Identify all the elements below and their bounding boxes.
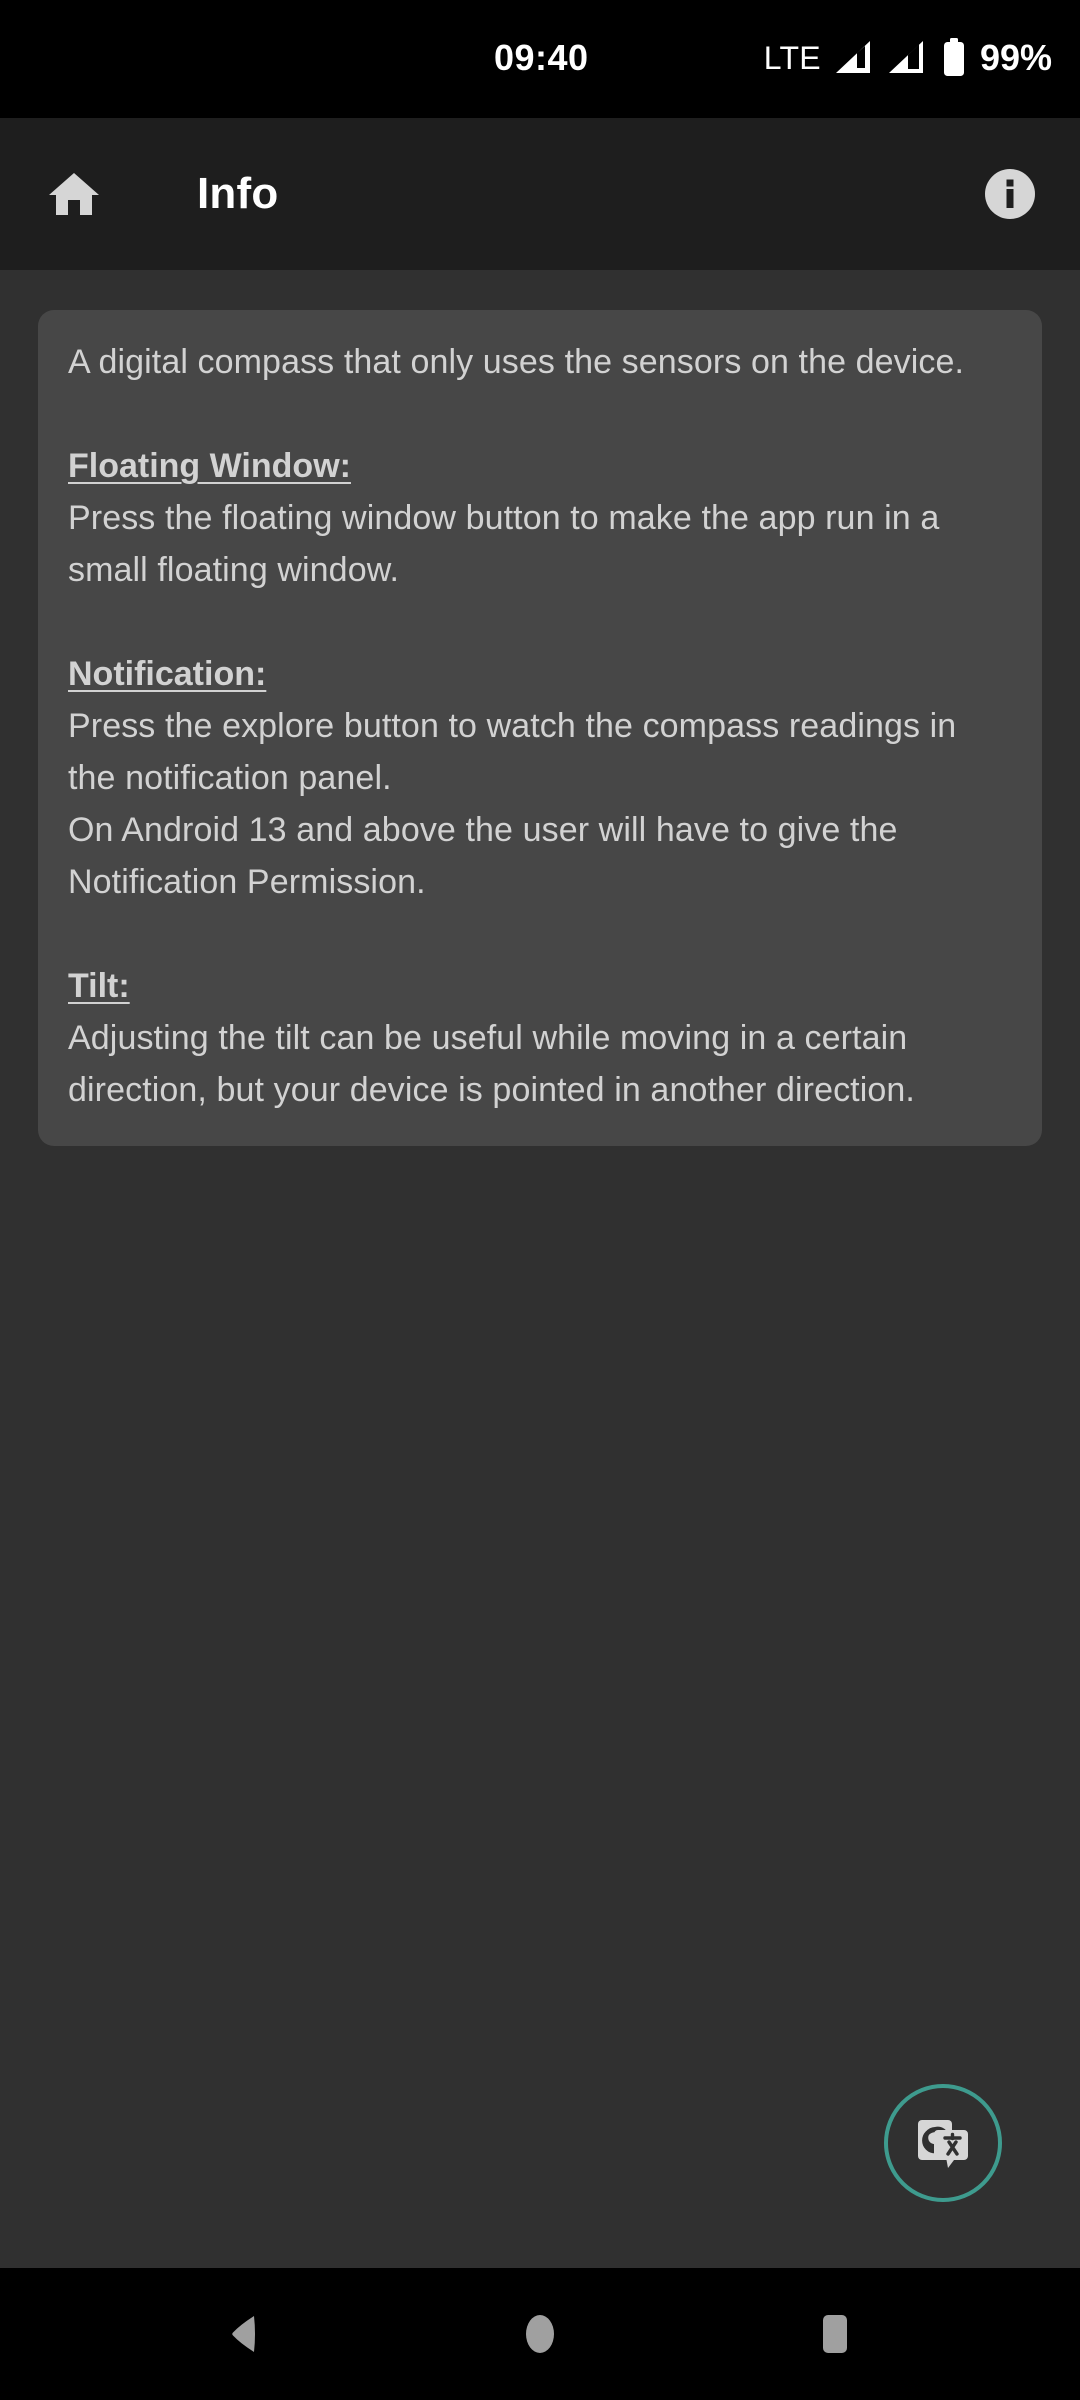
home-button[interactable] bbox=[34, 154, 114, 234]
page-title: Info bbox=[197, 169, 279, 218]
info-section-tilt: Tilt: Adjusting the tilt can be useful w… bbox=[68, 960, 1012, 1116]
nav-recents-button[interactable] bbox=[760, 2268, 910, 2400]
signal-bar-icon-secondary bbox=[885, 37, 927, 79]
back-triangle-icon bbox=[222, 2311, 268, 2357]
nav-back-button[interactable] bbox=[170, 2268, 320, 2400]
content-area: A digital compass that only uses the sen… bbox=[0, 270, 1080, 2268]
battery-full-icon bbox=[942, 38, 966, 78]
section-heading-floating-window: Floating Window: bbox=[68, 447, 351, 485]
info-section-intro: A digital compass that only uses the sen… bbox=[68, 336, 1012, 388]
phone-screen: 09:40 LTE 99% Info A digital compass tha… bbox=[0, 0, 1080, 2400]
status-bar-right-cluster: LTE 99% bbox=[764, 34, 1052, 82]
signal-bar-icon bbox=[832, 37, 874, 79]
info-circle-icon bbox=[982, 166, 1038, 222]
section-body-floating-window: Press the floating window button to make… bbox=[68, 499, 940, 589]
info-button[interactable] bbox=[970, 154, 1050, 234]
status-bar: 09:40 LTE 99% bbox=[0, 0, 1080, 118]
status-clock: 09:40 bbox=[494, 37, 589, 78]
google-translate-icon bbox=[910, 2110, 976, 2176]
battery-percent-label: 99% bbox=[979, 37, 1052, 78]
section-body-tilt: Adjusting the tilt can be useful while m… bbox=[68, 1019, 915, 1109]
nav-home-button[interactable] bbox=[465, 2268, 615, 2400]
app-bar: Info bbox=[0, 118, 1080, 270]
recents-square-icon bbox=[812, 2311, 858, 2357]
network-type-label: LTE bbox=[763, 40, 821, 76]
home-icon bbox=[47, 167, 101, 221]
navigation-bar bbox=[0, 2268, 1080, 2400]
info-section-floating-window: Floating Window: Press the floating wind… bbox=[68, 440, 1012, 596]
translate-floating-bubble[interactable] bbox=[884, 2084, 1002, 2202]
info-section-notification: Notification: Press the explore button t… bbox=[68, 648, 1012, 908]
home-circle-icon bbox=[517, 2311, 563, 2357]
section-heading-tilt: Tilt: bbox=[68, 967, 130, 1005]
section-body-notification: Press the explore button to watch the co… bbox=[68, 707, 957, 901]
info-card: A digital compass that only uses the sen… bbox=[38, 310, 1042, 1146]
info-intro-text: A digital compass that only uses the sen… bbox=[68, 343, 965, 381]
section-heading-notification: Notification: bbox=[68, 655, 267, 693]
